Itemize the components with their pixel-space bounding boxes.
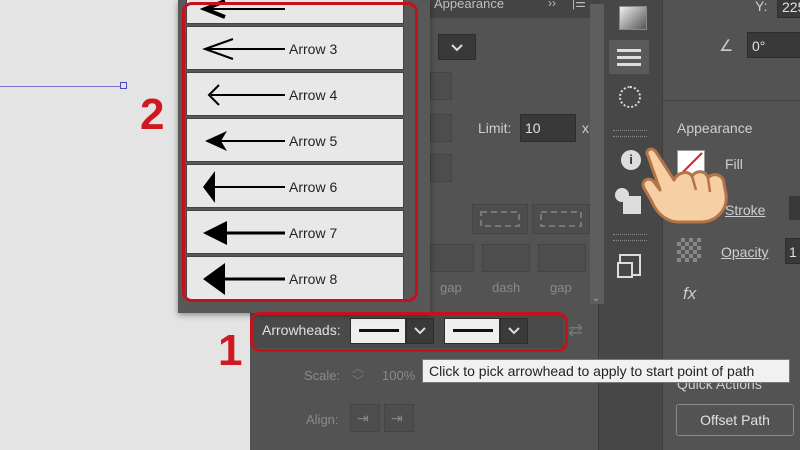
- tab-appearance[interactable]: Appearance: [434, 0, 504, 11]
- annotation-number-2: 2: [140, 90, 165, 139]
- cap-button[interactable]: [430, 72, 452, 100]
- align-label: Align:: [306, 412, 339, 427]
- dash-field-1[interactable]: [426, 244, 474, 272]
- limit-input[interactable]: 10: [520, 114, 576, 142]
- gap-label-1: gap: [440, 280, 462, 295]
- scroll-down-icon[interactable]: ⌄: [592, 293, 600, 304]
- scale-stepper-icon[interactable]: ︿ ﹀: [352, 362, 364, 388]
- artboards-icon[interactable]: [617, 254, 641, 278]
- swap-arrowheads-icon[interactable]: ⇄: [568, 320, 583, 341]
- scale-label: Scale:: [304, 368, 341, 383]
- appearance-title: Appearance: [677, 120, 753, 136]
- swatches-icon[interactable]: [619, 6, 647, 30]
- rotate-input[interactable]: 0°: [747, 32, 800, 58]
- fx-button[interactable]: fx: [683, 284, 696, 304]
- angle-icon: ∠: [719, 38, 734, 55]
- annotation-highlight-menu: [182, 2, 418, 302]
- annotation-highlight-arrowheads: [250, 312, 568, 352]
- limit-label: Limit:: [478, 120, 512, 136]
- dash-ends-icon: [540, 211, 582, 227]
- divider: [663, 100, 800, 101]
- gap-label-2: gap: [550, 280, 572, 295]
- limit-unit: x: [582, 120, 589, 136]
- scale-value[interactable]: 100%: [382, 368, 415, 383]
- gradient-circle-icon[interactable]: [619, 86, 641, 108]
- stroke-weight-field[interactable]: [789, 196, 800, 220]
- align-end-button[interactable]: ⇥: [384, 404, 414, 432]
- stroke-lines-icon[interactable]: [609, 40, 649, 74]
- panel-menu-icon[interactable]: |☰: [572, 0, 586, 10]
- pointing-hand-icon: [641, 147, 728, 224]
- weight-dropdown[interactable]: [438, 34, 476, 60]
- corner-button[interactable]: [430, 114, 452, 142]
- dash-corners-icon: [480, 211, 520, 227]
- selected-path[interactable]: [0, 86, 122, 87]
- panel-tab-bar: Appearance ›› |☰: [430, 0, 598, 18]
- y-label: Y:: [755, 0, 768, 14]
- align-extend-button[interactable]: ⇥: [350, 404, 380, 432]
- dash-field-2[interactable]: [538, 244, 586, 272]
- y-input[interactable]: 225 px: [777, 0, 800, 18]
- opacity-checker-icon: [677, 238, 701, 262]
- dash-align-button-2[interactable]: [532, 204, 590, 234]
- align-extend-icon: ⇥: [357, 410, 369, 426]
- align-end-icon: ⇥: [391, 410, 403, 426]
- opacity-label[interactable]: Opacity: [721, 244, 768, 260]
- arrowhead-tooltip: Click to pick arrowhead to apply to star…: [422, 359, 790, 383]
- dash-label-2: dash: [492, 280, 521, 295]
- grip-divider: [613, 130, 647, 137]
- panel-collapse-icon[interactable]: ››: [548, 0, 556, 10]
- corner-button-2[interactable]: [430, 154, 452, 182]
- dash-align-button-1[interactable]: [472, 204, 528, 234]
- offset-path-button[interactable]: Offset Path: [676, 404, 794, 436]
- opacity-input[interactable]: 1: [785, 238, 800, 264]
- menu-scrollbar[interactable]: ⌄: [590, 4, 604, 304]
- path-anchor-point[interactable]: [120, 82, 127, 89]
- grip-divider-2: [613, 234, 647, 241]
- annotation-number-1: 1: [218, 326, 243, 375]
- gap-field-1[interactable]: [482, 244, 530, 272]
- chevron-down-icon: [451, 44, 463, 52]
